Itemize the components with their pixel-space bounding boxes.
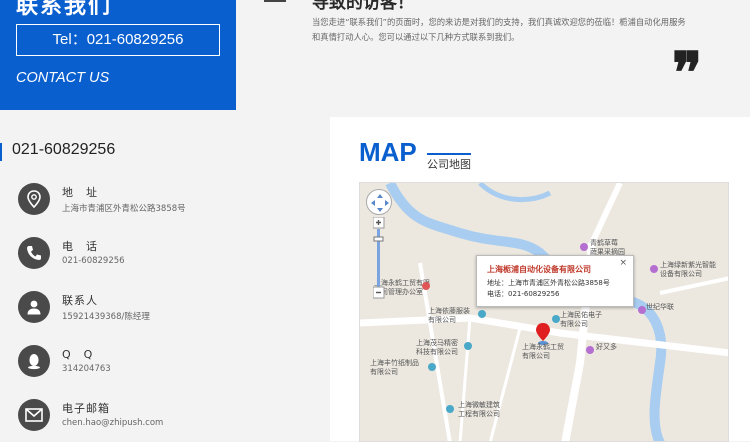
poi-icon xyxy=(464,342,472,350)
map-label-minyou: 上海民佑电子 有限公司 xyxy=(560,311,602,328)
road-small-2 xyxy=(488,327,522,441)
map-canvas[interactable] xyxy=(360,183,729,442)
contact-banner: 联系我们 Tel：021-60829256 CONTACT US xyxy=(0,0,236,110)
map-label-shiji: 世纪华联 xyxy=(646,303,674,311)
contact-us-label: CONTACT US xyxy=(16,70,110,86)
phone-label: 电 话 xyxy=(62,240,98,253)
contact-info-panel: 021-60829256 地 址 上海市青浦区外青松公路3858号 电 话 02… xyxy=(0,117,330,441)
map-label-weimin: 上海微敏建筑 工程有限公司 xyxy=(458,401,500,418)
zoom-slider-handle xyxy=(373,236,384,242)
poi-icon xyxy=(638,306,646,314)
intro-heading: 导致的访客！ xyxy=(312,0,414,13)
poi-icon xyxy=(446,405,454,413)
poi-icon xyxy=(428,363,436,371)
map-zoom-control[interactable] xyxy=(372,216,385,299)
map-label-fengzhu: 上海丰竹纸制品 有限公司 xyxy=(370,359,419,376)
email-label: 电子邮箱 xyxy=(62,402,110,415)
popup-company-name: 上海栀浦自动化设备有限公司 xyxy=(487,265,591,274)
qq-label: Q Q xyxy=(62,348,94,361)
contact-details-section: 021-60829256 地 址 上海市青浦区外青松公路3858号 电 话 02… xyxy=(0,117,750,442)
map-label-maoma: 上海茂马精密 科技有限公司 xyxy=(416,339,458,356)
location-marker-icon[interactable] xyxy=(536,323,550,341)
person-value: 15921439368/陈经理 xyxy=(62,312,150,322)
qq-value: 314204763 xyxy=(62,364,111,374)
popup-close-icon[interactable]: × xyxy=(619,258,627,268)
poi-icon xyxy=(478,310,486,318)
map-info-popup: 上海栀浦自动化设备有限公司 地址：上海市青浦区外青松公路3858号 电话：021… xyxy=(476,255,634,307)
person-icon xyxy=(18,291,50,323)
banner-title: 联系我们 xyxy=(16,0,113,19)
qq-icon xyxy=(18,345,50,377)
email-value: chen.hao@zhipush.com xyxy=(62,418,164,428)
contact-item-person: 联系人 15921439368/陈经理 xyxy=(18,291,318,331)
email-icon xyxy=(18,399,50,431)
contact-item-email: 电子邮箱 chen.hao@zhipush.com xyxy=(18,399,318,439)
poi-icon xyxy=(552,315,560,323)
location-pin-icon xyxy=(18,183,50,215)
road-east xyxy=(659,276,728,295)
contact-item-phone: 电 话 021-60829256 xyxy=(18,237,318,277)
address-label: 地 址 xyxy=(62,186,98,199)
phone-icon xyxy=(18,237,50,269)
intro-text: 当您走进“联系我们”的页面时，您的来访是对我们的支持，我们真诚欢迎您的莅临！栀浦… xyxy=(312,17,686,42)
map-label-yiteng: 上海依藤服装 有限公司 xyxy=(428,307,470,324)
quote-icon: ❞ xyxy=(672,43,703,105)
map-label-lvxin: 上海绿新紫光智能 设备有限公司 xyxy=(660,261,716,278)
banner-tel-box: Tel：021-60829256 xyxy=(16,24,220,56)
map-label-yonghe: 上海永鹤工贸 有限公司 xyxy=(522,343,564,360)
map-label-haoyouduo: 好又多 xyxy=(596,343,617,351)
popup-phone: 电话：021-60829256 xyxy=(487,290,560,298)
phone-heading: 021-60829256 xyxy=(12,141,116,158)
map-subtitle: 公司地图 xyxy=(427,153,471,172)
address-value: 上海市青浦区外青松公路3858号 xyxy=(62,204,186,214)
poi-icon xyxy=(650,265,658,273)
map-panel: MAP 公司地图 青鹤草莓 蔬果采摘园 上海绿新紫光智能 设备有限公司 上海永鹤… xyxy=(330,117,750,442)
contact-item-address: 地 址 上海市青浦区外青松公路3858号 xyxy=(18,183,318,223)
road-north xyxy=(589,183,623,245)
popup-address: 地址：上海市青浦区外青松公路3858号 xyxy=(487,279,610,287)
river-branch xyxy=(478,183,552,203)
intro-divider xyxy=(264,0,286,2)
intro-section: 导致的访客！ 当您走进“联系我们”的页面时，您的来访是对我们的支持，我们真诚欢迎… xyxy=(236,0,750,110)
phone-heading-accent xyxy=(0,143,2,161)
company-map[interactable]: 青鹤草莓 蔬果采摘园 上海绿新紫光智能 设备有限公司 上海永鹤工贸有限 公司管理办公室… xyxy=(359,182,729,442)
poi-icon xyxy=(586,346,594,354)
phone-value: 021-60829256 xyxy=(62,256,125,266)
poi-icon xyxy=(422,282,430,290)
person-label: 联系人 xyxy=(62,294,98,307)
map-title: MAP xyxy=(359,137,417,167)
map-pan-control[interactable] xyxy=(366,189,392,215)
contact-item-qq: Q Q 314204763 xyxy=(18,345,318,385)
poi-icon xyxy=(580,243,588,251)
road-small xyxy=(458,317,472,441)
